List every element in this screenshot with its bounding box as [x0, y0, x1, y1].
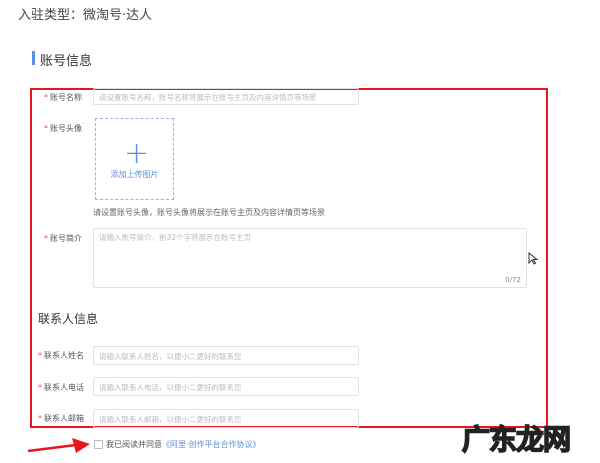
char-counter: 0/72	[505, 276, 521, 284]
agreement-text: 我已阅读并同意《阿里·创作平台合作协议》	[106, 439, 261, 450]
contact-name-input[interactable]: 请输入联系人姓名，以便小二更好的联系您	[93, 346, 359, 365]
account-intro-textarea[interactable]: 请输入账号简介，前32个字将展示在账号主页 0/72	[93, 228, 527, 288]
label-account-avatar: * 账号头像	[44, 123, 82, 134]
label-contact-name: * 联系人姓名	[38, 350, 84, 361]
section-title-contact: 联系人信息	[38, 312, 99, 326]
mouse-cursor-icon	[528, 252, 538, 265]
avatar-hint: 请设置账号头像，账号头像将展示在账号主页及内容详情页等场景	[93, 208, 325, 217]
required-mark: *	[44, 93, 48, 102]
red-arrow-icon	[27, 438, 90, 453]
label-text: 联系人姓名	[44, 351, 84, 360]
label-text: 联系人邮箱	[44, 414, 84, 423]
required-mark: *	[38, 414, 42, 423]
section-marker	[32, 51, 35, 65]
label-contact-email: * 联系人邮箱	[38, 413, 84, 424]
account-name-input[interactable]: 请设置账号名称，账号名称将展示在账号主页及内容详情页等场景	[93, 88, 359, 105]
required-mark: *	[44, 124, 48, 133]
watermark: 广东龙网	[461, 422, 572, 457]
label-account-name: * 账号名称	[44, 92, 82, 103]
required-mark: *	[44, 234, 48, 243]
label-account-intro: * 账号简介	[44, 233, 82, 244]
section-title-account: 账号信息	[40, 54, 93, 69]
label-text: 账号头像	[50, 124, 82, 133]
agreement-label: 我已阅读并同意	[106, 440, 162, 449]
plus-icon: +	[124, 136, 150, 171]
agreement-link[interactable]: 《阿里·创作平台合作协议》	[162, 440, 261, 449]
avatar-upload-button[interactable]: + 添加上传图片	[95, 118, 174, 200]
required-mark: *	[38, 383, 42, 392]
upload-label: 添加上传图片	[110, 170, 159, 179]
entry-type: 入驻类型：微淘号·达人	[18, 8, 153, 23]
label-text: 联系人电话	[44, 383, 84, 392]
label-text: 账号名称	[50, 93, 82, 102]
label-text: 账号简介	[50, 234, 82, 243]
required-mark: *	[38, 351, 42, 360]
label-contact-phone: * 联系人电话	[38, 382, 84, 393]
contact-phone-input[interactable]: 请输入联系人电话，以便小二更好的联系您	[93, 377, 359, 396]
intro-placeholder: 请输入账号简介，前32个字将展示在账号主页	[99, 233, 252, 242]
agreement-checkbox[interactable]	[94, 440, 103, 449]
contact-email-input[interactable]: 请输入联系人邮箱，以便小二更好的联系您	[93, 409, 359, 428]
